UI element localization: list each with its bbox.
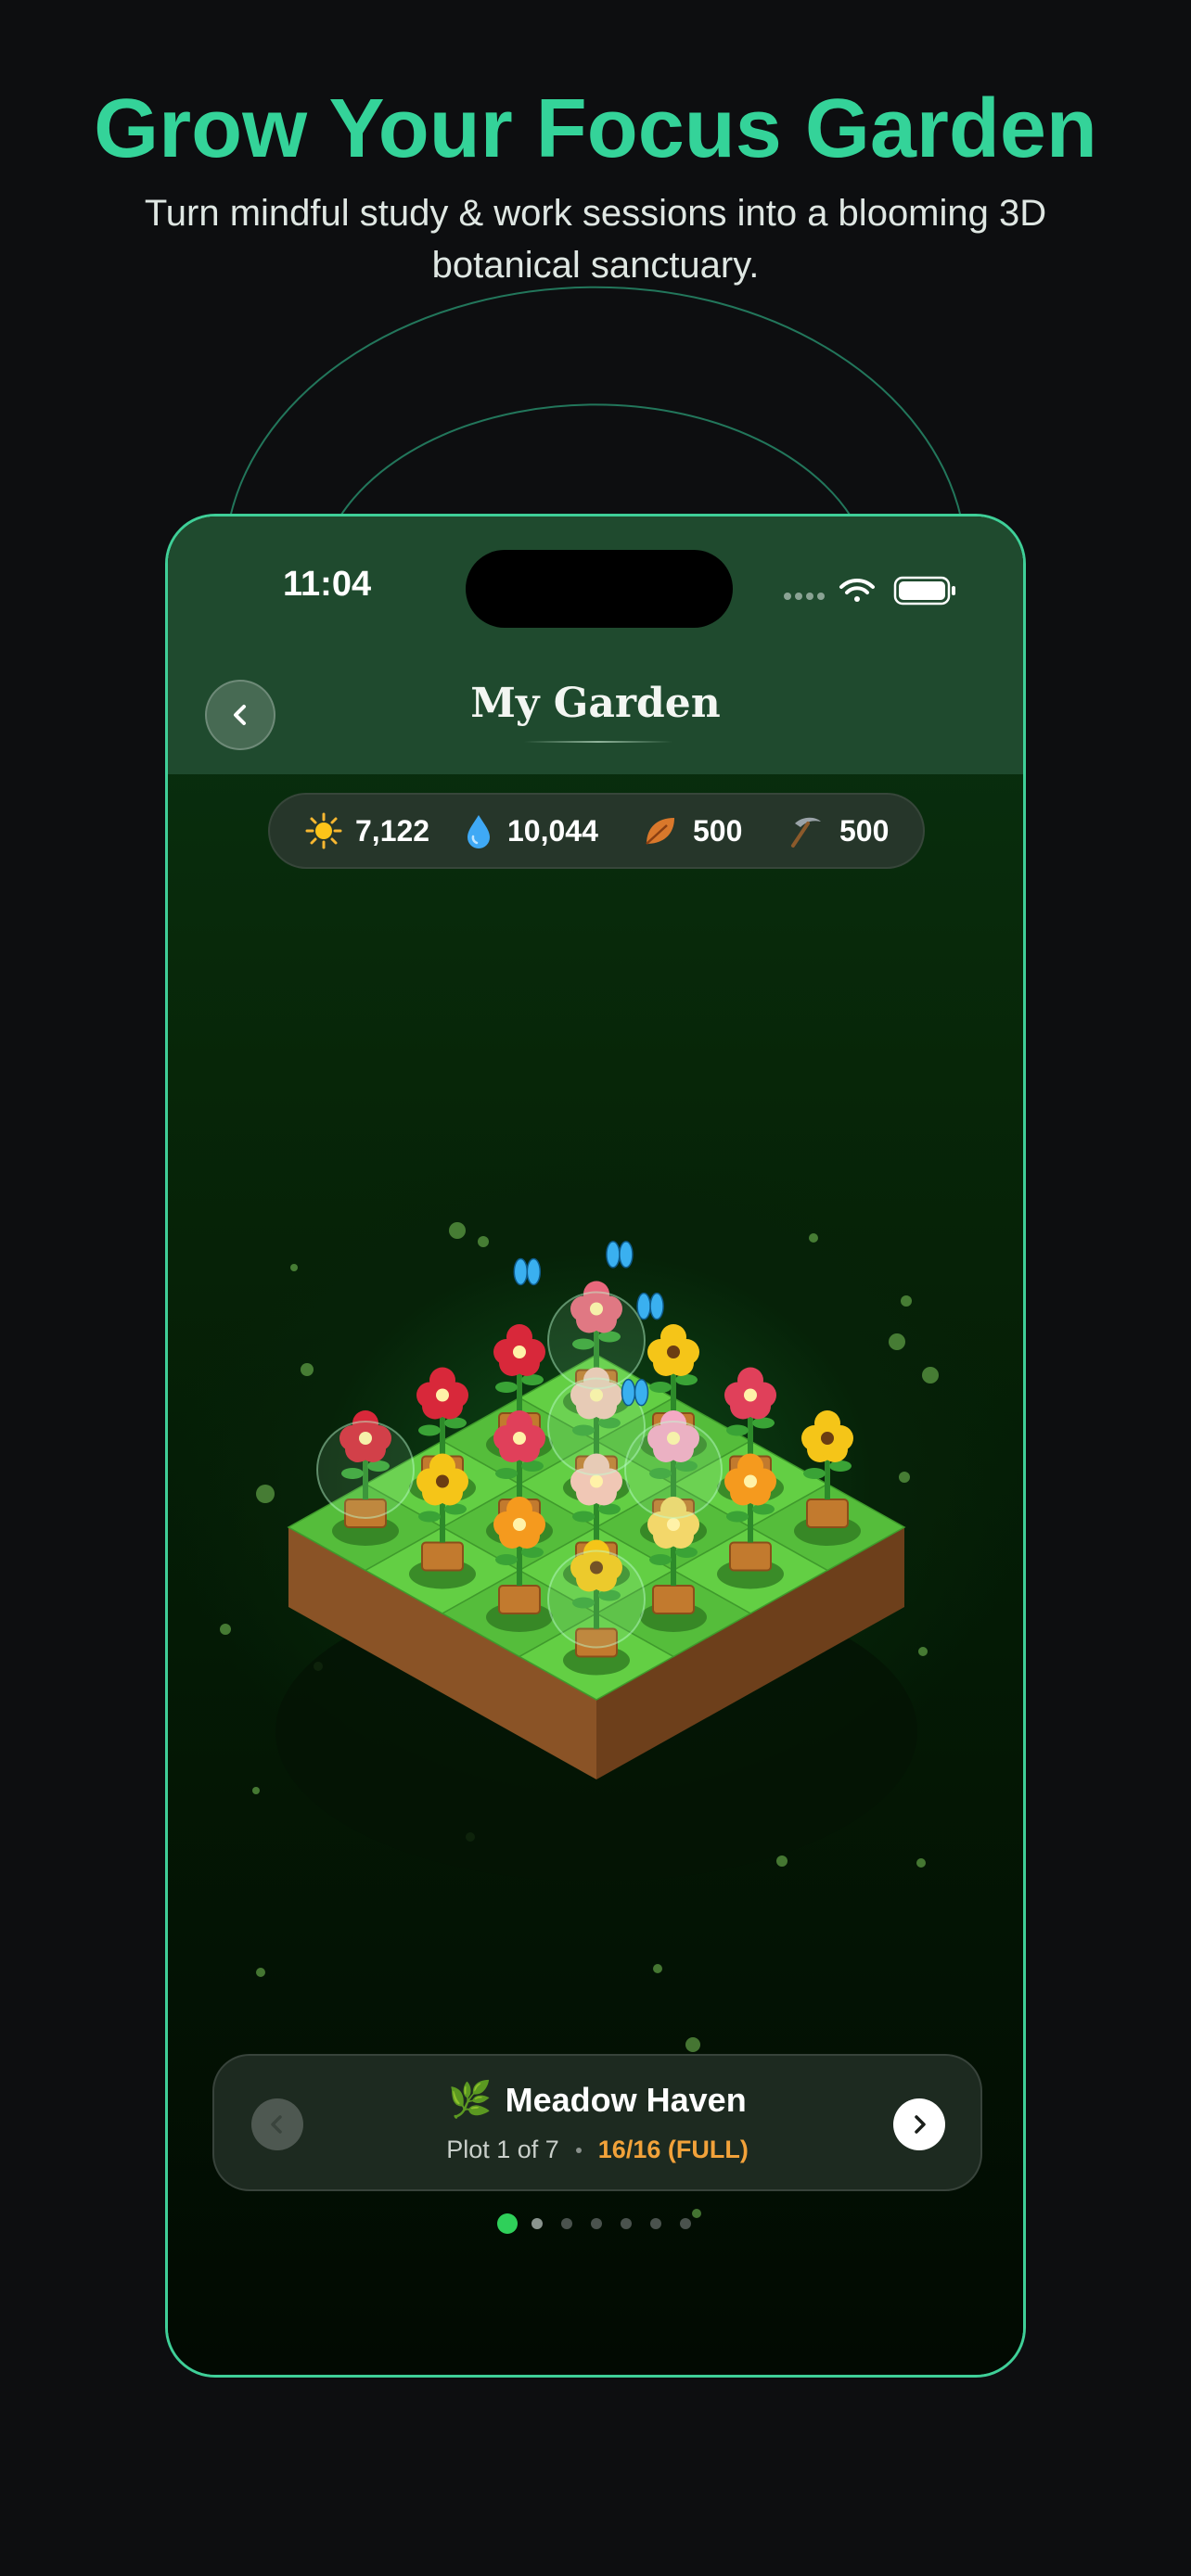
plant-leaf <box>675 1547 698 1558</box>
sparkle <box>256 1485 275 1503</box>
plant-leaf <box>726 1424 749 1436</box>
flower-pot <box>421 1541 464 1572</box>
plot-name: Meadow Haven <box>505 2081 747 2119</box>
sparkle <box>889 1333 905 1350</box>
plant-leaf <box>444 1417 467 1429</box>
plot-emoji: 🌿 <box>448 2081 493 2120</box>
plant-leaf <box>521 1547 544 1558</box>
plot-index: Plot 1 of 7 <box>446 2136 559 2163</box>
separator-dot <box>575 2147 582 2153</box>
plot-title: 🌿 Meadow Haven <box>214 2080 980 2121</box>
butterfly-icon <box>513 1257 542 1286</box>
page-dot[interactable] <box>591 2218 602 2229</box>
plant-leaf <box>495 1382 518 1393</box>
flower-pot <box>498 1585 541 1614</box>
phone-frame: 11:04 My Garden 7,122 10,044 500 500 🌿 M… <box>165 514 1026 2378</box>
plant-leaf <box>521 1460 544 1472</box>
flower-center <box>744 1388 757 1402</box>
flower-center <box>513 1518 526 1531</box>
plant-leaf <box>675 1374 698 1385</box>
plot-page-indicator <box>497 2213 691 2234</box>
page-dot[interactable] <box>531 2218 543 2229</box>
flower-center <box>436 1474 449 1488</box>
page-dot[interactable] <box>650 2218 661 2229</box>
plant-leaf <box>521 1374 544 1385</box>
flower-center <box>744 1474 757 1488</box>
flower-pot <box>729 1541 772 1572</box>
next-plot-button[interactable] <box>893 2098 945 2150</box>
plant-leaf <box>495 1554 518 1565</box>
plot-capacity-status: 16/16 (FULL) <box>597 2136 749 2163</box>
glass-dome <box>547 1549 646 1649</box>
plant-leaf <box>829 1460 852 1472</box>
sparkle <box>220 1624 231 1635</box>
sparkle <box>449 1222 466 1239</box>
plant-leaf <box>752 1503 775 1515</box>
page-dot[interactable] <box>621 2218 632 2229</box>
flower-pot <box>806 1498 849 1528</box>
flower-center <box>590 1474 603 1488</box>
plant-leaf <box>572 1511 595 1523</box>
butterfly-icon <box>636 1292 664 1320</box>
flower-center <box>513 1432 526 1445</box>
sparkle <box>290 1264 298 1271</box>
sparkle <box>899 1472 910 1483</box>
flower-center <box>436 1388 449 1402</box>
plant-leaf <box>726 1511 749 1523</box>
glass-dome <box>547 1291 646 1390</box>
plant-leaf <box>803 1468 826 1479</box>
sparkle <box>916 1858 926 1868</box>
sparkle <box>776 1855 788 1867</box>
plant-leaf <box>495 1468 518 1479</box>
plot-meta: Plot 1 of 7 16/16 (FULL) <box>214 2136 980 2164</box>
sparkle <box>256 1968 265 1977</box>
plant-leaf <box>418 1511 441 1523</box>
sparkle <box>478 1236 489 1247</box>
plant-leaf <box>598 1503 621 1515</box>
plant-leaf <box>444 1503 467 1515</box>
sparkle <box>901 1295 912 1307</box>
flower-center <box>821 1432 834 1445</box>
flower-center <box>667 1345 680 1358</box>
sparkle <box>918 1647 928 1656</box>
sparkle <box>685 2037 700 2052</box>
page-dot[interactable] <box>680 2218 691 2229</box>
flower-center <box>667 1518 680 1531</box>
chevron-right-icon <box>915 2115 926 2134</box>
sparkle <box>809 1233 818 1243</box>
sparkle <box>301 1363 314 1376</box>
butterfly-icon <box>606 1241 634 1269</box>
plant-leaf <box>752 1417 775 1429</box>
page-dot[interactable] <box>561 2218 572 2229</box>
page-dot-active[interactable] <box>497 2213 518 2234</box>
flower-pot <box>652 1585 695 1614</box>
flower-center <box>513 1345 526 1358</box>
sparkle <box>922 1367 939 1384</box>
plot-card: 🌿 Meadow Haven Plot 1 of 7 16/16 (FULL) <box>212 2054 982 2191</box>
plant-leaf <box>649 1554 672 1565</box>
sparkle <box>653 1964 662 1973</box>
decorative-arcs <box>229 286 962 518</box>
sparkle <box>252 1787 260 1794</box>
plant-leaf <box>649 1382 672 1393</box>
plant-leaf <box>418 1424 441 1436</box>
glass-dome <box>316 1421 415 1519</box>
